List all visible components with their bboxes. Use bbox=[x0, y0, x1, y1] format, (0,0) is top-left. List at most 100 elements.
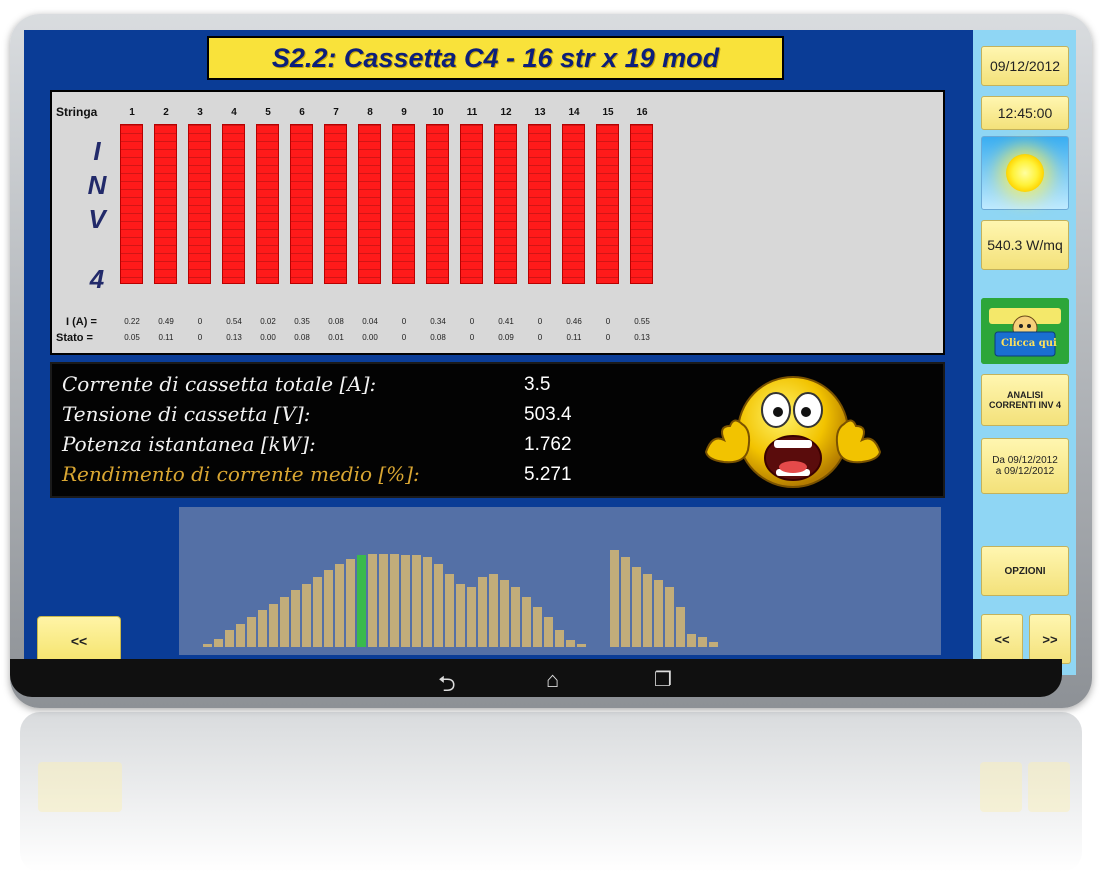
string-bar[interactable] bbox=[222, 124, 245, 284]
histogram-bar[interactable] bbox=[236, 624, 245, 647]
histogram-bar[interactable] bbox=[313, 577, 322, 647]
string-bar[interactable] bbox=[460, 124, 483, 284]
histogram-bar[interactable] bbox=[632, 567, 641, 647]
string-current: 0.08 bbox=[328, 317, 344, 326]
histogram-bar[interactable] bbox=[467, 587, 476, 647]
string-bar[interactable] bbox=[494, 124, 517, 284]
histogram-bar[interactable] bbox=[379, 554, 388, 647]
reflection-back-button bbox=[38, 762, 122, 812]
histogram-bar[interactable] bbox=[577, 644, 586, 647]
histogram-bar[interactable] bbox=[324, 570, 333, 647]
current-label: I (A) = bbox=[66, 316, 97, 328]
histogram-bar[interactable] bbox=[225, 630, 234, 647]
system-navbar: ⮌ ⌂ ❐ bbox=[10, 659, 1062, 697]
histogram-bar[interactable] bbox=[478, 577, 487, 647]
string-bar[interactable] bbox=[256, 124, 279, 284]
total-current-label: Corrente di cassetta totale [A]: bbox=[62, 372, 377, 396]
string-state: 0.09 bbox=[498, 333, 514, 342]
strings-panel: Stringa I N V 4 I (A) = Stato = 1 0.22 0.0… bbox=[50, 90, 945, 355]
report-button[interactable]: Clicca qui bbox=[981, 298, 1069, 364]
string-bar[interactable] bbox=[596, 124, 619, 284]
date-range-button[interactable]: Da 09/12/2012 a 09/12/2012 bbox=[981, 438, 1069, 494]
string-current: 0 bbox=[401, 317, 407, 326]
string-bar[interactable] bbox=[630, 124, 653, 284]
histogram-bar[interactable] bbox=[676, 607, 685, 647]
histogram-bar[interactable] bbox=[566, 640, 575, 647]
histogram-bar[interactable] bbox=[269, 604, 278, 647]
voltage-label: Tensione di cassetta [V]: bbox=[62, 402, 311, 426]
string-bar[interactable] bbox=[426, 124, 449, 284]
string-bar[interactable] bbox=[188, 124, 211, 284]
histogram-bar[interactable] bbox=[346, 559, 355, 647]
string-state: 0 bbox=[469, 333, 475, 342]
string-current: 0.49 bbox=[158, 317, 174, 326]
prev-button[interactable]: << bbox=[981, 614, 1023, 664]
histogram-bar[interactable] bbox=[368, 554, 377, 647]
back-icon[interactable]: ⮌ bbox=[438, 667, 456, 705]
histogram-bar[interactable] bbox=[258, 610, 267, 647]
string-bar[interactable] bbox=[528, 124, 551, 284]
string-current: 0.22 bbox=[124, 317, 140, 326]
histogram-bar[interactable] bbox=[214, 639, 223, 647]
sun-icon bbox=[1006, 154, 1044, 192]
string-bar[interactable] bbox=[392, 124, 415, 284]
irradiance-display: 540.3 W/mq bbox=[981, 220, 1069, 270]
histogram-bar[interactable] bbox=[621, 557, 630, 647]
histogram-bar[interactable] bbox=[533, 607, 542, 647]
power-label: Potenza istantanea [kW]: bbox=[62, 432, 316, 456]
histogram-bar[interactable] bbox=[247, 617, 256, 647]
options-button[interactable]: OPZIONI bbox=[981, 546, 1069, 596]
histogram-bar[interactable] bbox=[500, 580, 509, 647]
string-number: 3 bbox=[197, 107, 203, 118]
string-bar[interactable] bbox=[120, 124, 143, 284]
histogram-bar[interactable] bbox=[412, 555, 421, 647]
histogram-bar[interactable] bbox=[522, 597, 531, 647]
string-state: 0.08 bbox=[430, 333, 446, 342]
recent-apps-icon[interactable]: ❐ bbox=[654, 667, 672, 692]
histogram-bar[interactable] bbox=[555, 630, 564, 647]
tablet-frame: S2.2: Cassetta C4 - 16 str x 19 mod Stri… bbox=[10, 14, 1092, 708]
histogram-bar[interactable] bbox=[511, 587, 520, 647]
histogram-bar[interactable] bbox=[489, 574, 498, 647]
histogram-bar[interactable] bbox=[665, 587, 674, 647]
histogram-bar[interactable] bbox=[643, 574, 652, 647]
string-bar[interactable] bbox=[290, 124, 313, 284]
string-state: 0.00 bbox=[362, 333, 378, 342]
home-icon[interactable]: ⌂ bbox=[546, 667, 559, 693]
string-number: 6 bbox=[299, 107, 305, 118]
string-state: 0 bbox=[197, 333, 203, 342]
string-number: 2 bbox=[163, 107, 169, 118]
histogram-bar[interactable] bbox=[390, 554, 399, 647]
histogram-bar[interactable] bbox=[291, 590, 300, 647]
histogram-bar[interactable] bbox=[610, 550, 619, 647]
histogram-bar[interactable] bbox=[434, 564, 443, 647]
histogram-bar[interactable] bbox=[280, 597, 289, 647]
histogram-bar[interactable] bbox=[357, 555, 366, 647]
histogram-bar[interactable] bbox=[709, 642, 718, 647]
string-current: 0.54 bbox=[226, 317, 242, 326]
string-number: 15 bbox=[602, 107, 614, 118]
string-state: 0.13 bbox=[634, 333, 650, 342]
string-state: 0.01 bbox=[328, 333, 344, 342]
string-bar[interactable] bbox=[562, 124, 585, 284]
histogram-bar[interactable] bbox=[456, 584, 465, 647]
histogram-bar[interactable] bbox=[401, 555, 410, 647]
histogram-bar[interactable] bbox=[302, 584, 311, 647]
string-bar[interactable] bbox=[358, 124, 381, 284]
histogram-bar[interactable] bbox=[698, 637, 707, 647]
next-button[interactable]: >> bbox=[1029, 614, 1071, 664]
histogram-bar[interactable] bbox=[335, 564, 344, 647]
string-bar[interactable] bbox=[154, 124, 177, 284]
histogram-bar[interactable] bbox=[423, 557, 432, 647]
report-label: Clicca qui bbox=[1001, 338, 1057, 349]
histogram-bar[interactable] bbox=[654, 580, 663, 647]
string-number: 7 bbox=[333, 107, 339, 118]
histogram-bar[interactable] bbox=[203, 644, 212, 647]
string-bar[interactable] bbox=[324, 124, 347, 284]
string-current: 0.04 bbox=[362, 317, 378, 326]
power-value: 1.762 bbox=[524, 434, 572, 455]
analysis-button[interactable]: ANALISI CORRENTI INV 4 bbox=[981, 374, 1069, 426]
histogram-bar[interactable] bbox=[544, 617, 553, 647]
histogram-bar[interactable] bbox=[445, 574, 454, 647]
histogram-bar[interactable] bbox=[687, 634, 696, 647]
